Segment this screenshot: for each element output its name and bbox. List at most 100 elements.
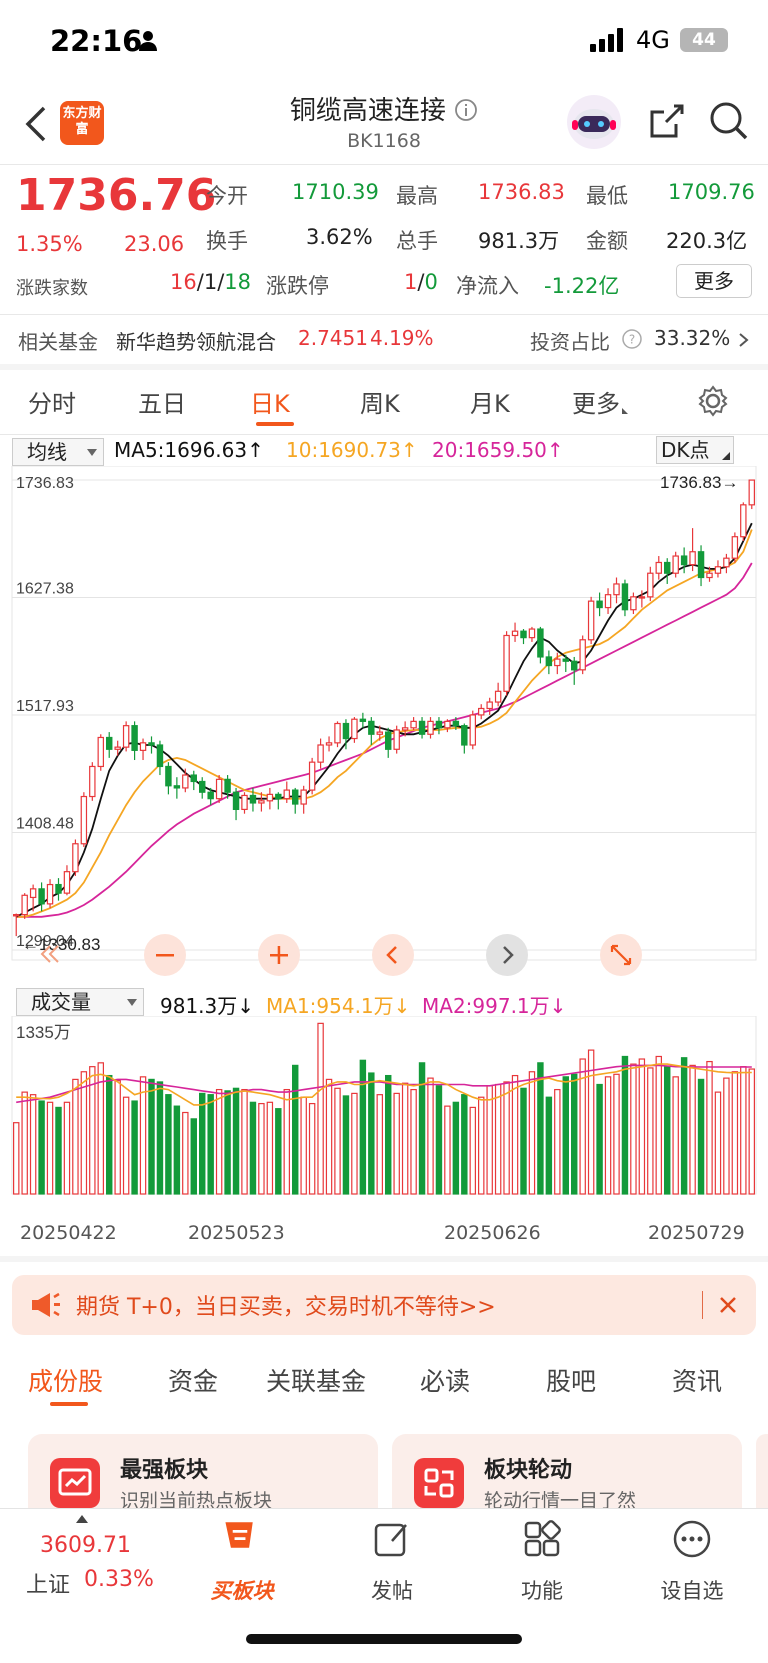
volume-bar <box>292 1064 299 1195</box>
tab-more[interactable]: 更多 <box>572 384 628 419</box>
double-left-arrow-icon[interactable] <box>38 942 62 966</box>
tab-capital[interactable]: 资金 <box>168 1362 218 1398</box>
candle-body <box>571 660 578 671</box>
breadth-values: 16/1/18 <box>170 270 251 294</box>
chevron-right-icon <box>739 333 749 347</box>
zoom-in-button[interactable] <box>258 934 300 976</box>
page-title[interactable]: 铜缆高速连接 <box>200 90 568 127</box>
search-icon[interactable] <box>708 100 750 142</box>
volume-indicator-selector[interactable]: 成交量 <box>16 988 144 1016</box>
scroll-left-button[interactable] <box>372 934 414 976</box>
futures-promo-banner[interactable]: 期货 T+0，当日买卖，交易时机不等待>> <box>12 1275 756 1335</box>
tab-weekly-k[interactable]: 周K <box>360 384 400 419</box>
nav-add-favorite[interactable]: 设自选 <box>642 1575 742 1605</box>
volume-bar <box>537 1062 544 1195</box>
candle <box>165 762 172 795</box>
candle-body <box>13 914 20 917</box>
nav-functions[interactable]: 功能 <box>492 1575 592 1605</box>
tab-constituents[interactable]: 成份股 <box>28 1362 103 1398</box>
volume-bar <box>232 1087 240 1195</box>
candle-body <box>435 720 443 729</box>
high-value: 1736.83 <box>478 180 565 204</box>
volume-max-label: 1335万 <box>16 1023 71 1042</box>
edit-post-icon[interactable] <box>372 1519 412 1559</box>
candle <box>199 777 206 799</box>
buy-sector-icon[interactable] <box>220 1515 260 1555</box>
more-button[interactable]: 更多 <box>676 264 752 298</box>
candle <box>486 697 493 715</box>
scroll-right-button[interactable] <box>486 934 528 976</box>
tab-must-read[interactable]: 必读 <box>420 1362 470 1398</box>
candle-body <box>173 785 181 789</box>
volume-selector-label: 成交量 <box>31 990 91 1014</box>
volume-bar <box>393 1092 400 1195</box>
volume-bar <box>528 1071 536 1195</box>
candle-body <box>554 658 561 667</box>
kline-chart[interactable]: 1736.831627.381517.931408.481299.04 1736… <box>0 466 768 986</box>
function-grid-icon[interactable] <box>522 1519 562 1559</box>
index-ticker[interactable]: 3609.71 上证 0.33% <box>0 1509 170 1609</box>
date-label: 20250523 <box>188 1222 285 1244</box>
period-tabs: 分时 五日 日K 周K 月K 更多 <box>0 370 768 434</box>
fullscreen-button[interactable] <box>600 934 642 976</box>
dk-point-label: DK点 <box>661 438 710 462</box>
share-icon[interactable] <box>646 100 688 142</box>
fund-nav: 2.7451 <box>298 326 368 350</box>
candle <box>393 725 400 754</box>
candle-body <box>706 572 713 579</box>
settings-gear-icon[interactable] <box>696 384 730 418</box>
volume-chart[interactable]: 1335万 <box>0 1016 768 1210</box>
info-icon[interactable] <box>454 98 478 122</box>
candle-body <box>190 774 197 783</box>
tab-five-day[interactable]: 五日 <box>138 384 186 419</box>
candle <box>478 704 485 720</box>
candle-body <box>232 791 240 811</box>
volume-bar <box>731 1071 739 1195</box>
tab-daily-k[interactable]: 日K <box>250 384 290 419</box>
candle-body <box>740 504 747 538</box>
date-label: 20250422 <box>20 1222 117 1244</box>
close-icon[interactable] <box>718 1295 738 1315</box>
robot-assistant-icon[interactable] <box>566 94 622 150</box>
nav-buy-sector[interactable]: 买板块 <box>192 1575 292 1605</box>
help-icon[interactable]: ? <box>622 329 642 349</box>
volume-bar <box>38 1100 45 1195</box>
zoom-out-button[interactable] <box>144 934 186 976</box>
candle-body <box>461 725 468 746</box>
ma-selector[interactable]: 均线 <box>12 438 104 466</box>
dk-point-selector[interactable]: DK点 <box>656 436 734 464</box>
candle-body <box>283 789 290 800</box>
limit-down: 0 <box>424 270 438 294</box>
tab-forum[interactable]: 股吧 <box>546 1362 596 1398</box>
chevron-right-icon <box>503 946 514 964</box>
volume-bar <box>29 1094 37 1195</box>
plus-icon <box>270 946 288 964</box>
volume-bar <box>697 1078 705 1195</box>
candle-body <box>418 720 426 735</box>
tab-news[interactable]: 资讯 <box>672 1362 722 1398</box>
ma5-label: MA5:1696.63↑ <box>114 438 264 462</box>
svg-text:?: ? <box>629 333 635 347</box>
candle-body <box>393 729 400 750</box>
volume-bar <box>672 1076 679 1195</box>
related-fund-row[interactable]: 相关基金 新华趋势领航混合 2.7451 4.19% 投资占比 ? 33.32% <box>0 314 768 364</box>
tab-monthly-k[interactable]: 月K <box>470 384 510 419</box>
volume-bar <box>486 1085 493 1195</box>
back-icon[interactable] <box>22 104 52 144</box>
candle-body <box>621 583 629 611</box>
nav-header: 东方财富 铜缆高速连接 BK1168 <box>0 84 768 164</box>
candle-body <box>486 701 493 710</box>
tab-related-funds[interactable]: 关联基金 <box>266 1362 366 1398</box>
volume-bar <box>317 1022 324 1195</box>
candle <box>275 792 282 810</box>
volume-bar <box>494 1083 502 1195</box>
candle <box>308 757 316 795</box>
candle <box>156 740 164 776</box>
volume-bar <box>638 1058 646 1195</box>
candle-body <box>139 742 147 751</box>
fund-name: 新华趋势领航混合 <box>116 330 276 354</box>
tab-intraday[interactable]: 分时 <box>28 384 76 419</box>
nav-post[interactable]: 发帖 <box>342 1575 442 1605</box>
more-dots-icon[interactable] <box>672 1519 712 1559</box>
home-indicator <box>246 1634 522 1644</box>
